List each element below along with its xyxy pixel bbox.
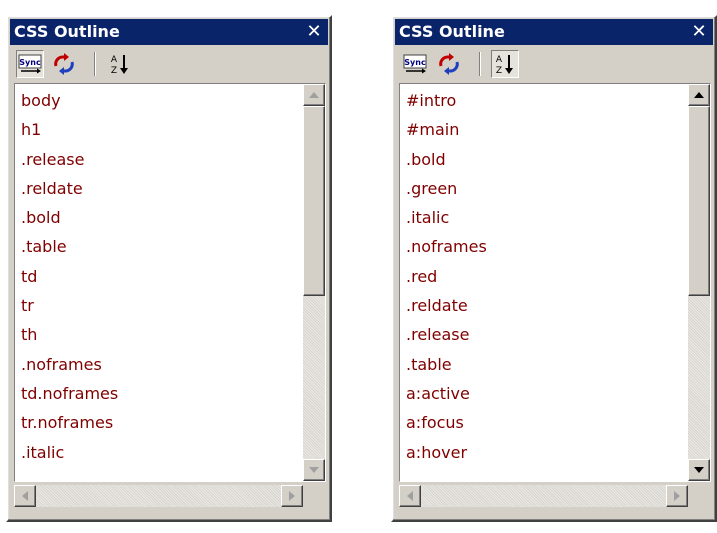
selector-item[interactable]: .italic (21, 438, 302, 467)
panel-titlebar[interactable]: CSS Outline ✕ (395, 19, 713, 45)
horizontal-scrollbar[interactable] (14, 485, 303, 507)
selector-list: #intro #main .bold .green .italic .noframes .r… (400, 84, 687, 481)
selector-item[interactable]: .bold (406, 145, 687, 174)
selector-item[interactable]: .table (406, 350, 687, 379)
scroll-left-button[interactable] (399, 485, 421, 507)
sort-az-icon: A Z (496, 55, 513, 76)
refresh-icon (54, 53, 74, 75)
refresh-button[interactable] (435, 50, 463, 78)
panel-title: CSS Outline (399, 22, 505, 41)
vertical-scroll-thumb[interactable] (688, 106, 710, 296)
chevron-up-icon (309, 92, 319, 98)
selector-item[interactable]: #intro (406, 86, 687, 115)
scroll-down-button[interactable] (688, 459, 710, 481)
svg-text:A: A (111, 55, 118, 65)
sync-icon: Sync (18, 54, 42, 74)
selector-item[interactable]: th (21, 320, 302, 349)
selector-item[interactable]: .noframes (21, 350, 302, 379)
svg-text:Z: Z (496, 66, 502, 76)
vertical-scroll-thumb[interactable] (303, 106, 325, 296)
selector-item[interactable]: .red (406, 262, 687, 291)
selector-item[interactable]: td (21, 262, 302, 291)
css-outline-panel-sorted: CSS Outline ✕ Sync A Z #intro #main .bol… (391, 15, 717, 522)
vertical-scrollbar[interactable] (303, 84, 325, 481)
chevron-down-icon (694, 467, 704, 473)
sync-icon: Sync (403, 54, 427, 74)
selector-item[interactable]: #main (406, 115, 687, 144)
refresh-button[interactable] (50, 50, 78, 78)
toolbar-separator (479, 52, 481, 76)
svg-text:Sync: Sync (19, 58, 41, 67)
sort-az-icon: A Z (111, 55, 128, 76)
sync-button[interactable]: Sync (16, 50, 44, 78)
selector-item[interactable]: .reldate (21, 174, 302, 203)
svg-text:A: A (496, 55, 503, 65)
selector-item[interactable]: .bold (21, 203, 302, 232)
toolbar: Sync A Z (395, 46, 713, 82)
selector-item[interactable]: .table (21, 232, 302, 261)
chevron-up-icon (694, 92, 704, 98)
selector-item[interactable]: .reldate (406, 291, 687, 320)
chevron-right-icon (289, 491, 295, 501)
selector-item[interactable]: .noframes (406, 232, 687, 261)
scroll-down-button[interactable] (303, 459, 325, 481)
chevron-right-icon (674, 491, 680, 501)
scroll-up-button[interactable] (688, 84, 710, 106)
selector-item[interactable]: a:hover (406, 438, 687, 467)
selector-item[interactable]: a:focus (406, 408, 687, 437)
vertical-scrollbar[interactable] (688, 84, 710, 481)
chevron-left-icon (407, 491, 413, 501)
selector-item[interactable]: a:active (406, 379, 687, 408)
toolbar-separator (94, 52, 96, 76)
toolbar: Sync A Z (10, 46, 328, 82)
scroll-right-button[interactable] (281, 485, 303, 507)
panel-title: CSS Outline (14, 22, 120, 41)
chevron-left-icon (22, 491, 28, 501)
selector-item[interactable]: tr.noframes (21, 408, 302, 437)
sort-alphabetically-button[interactable]: A Z (106, 50, 134, 78)
selector-list: body h1 .release .reldate .bold .table td tr th.… (15, 84, 302, 481)
selector-list-area: body h1 .release .reldate .bold .table td tr th.… (14, 83, 326, 482)
selector-item[interactable]: body (21, 86, 302, 115)
svg-text:Z: Z (111, 66, 117, 76)
selector-item[interactable]: td.noframes (21, 379, 302, 408)
scroll-left-button[interactable] (14, 485, 36, 507)
sort-alphabetically-button[interactable]: A Z (491, 50, 519, 78)
selector-item[interactable]: h1 (21, 115, 302, 144)
close-icon[interactable]: ✕ (689, 19, 709, 45)
panel-titlebar[interactable]: CSS Outline ✕ (10, 19, 328, 45)
selector-item[interactable]: .green (406, 174, 687, 203)
svg-text:Sync: Sync (404, 58, 426, 67)
selector-item[interactable]: .release (21, 145, 302, 174)
horizontal-scrollbar[interactable] (399, 485, 688, 507)
selector-list-area: #intro #main .bold .green .italic .noframes .r… (399, 83, 711, 482)
css-outline-panel-unsorted: CSS Outline ✕ Sync A Z body h1 .release … (6, 15, 332, 522)
scroll-up-button[interactable] (303, 84, 325, 106)
refresh-icon (439, 53, 459, 75)
close-icon[interactable]: ✕ (304, 19, 324, 45)
selector-item[interactable]: .italic (406, 203, 687, 232)
selector-item[interactable]: .release (406, 320, 687, 349)
sync-button[interactable]: Sync (401, 50, 429, 78)
scroll-right-button[interactable] (666, 485, 688, 507)
selector-item[interactable]: tr (21, 291, 302, 320)
chevron-down-icon (309, 467, 319, 473)
